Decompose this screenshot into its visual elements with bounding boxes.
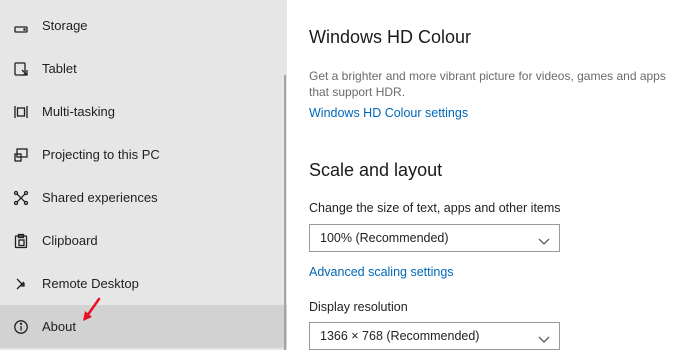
sidebar-scrollbar[interactable]	[284, 75, 286, 350]
sidebar-item-label: Clipboard	[42, 233, 98, 248]
scale-dropdown-value: 100% (Recommended)	[320, 231, 449, 245]
sidebar-item-multitasking[interactable]: Multi-tasking	[0, 90, 287, 133]
hd-colour-description: Get a brighter and more vibrant picture …	[309, 69, 666, 99]
advanced-scaling-link[interactable]: Advanced scaling settings	[309, 265, 454, 279]
settings-window: Storage Tablet Multi-tasking Projecting …	[0, 0, 680, 350]
sidebar-item-projecting[interactable]: Projecting to this PC	[0, 133, 287, 176]
resolution-dropdown-value: 1366 × 768 (Recommended)	[320, 329, 480, 343]
sidebar-item-label: Multi-tasking	[42, 104, 115, 119]
size-label: Change the size of text, apps and other …	[309, 201, 561, 215]
multitasking-icon	[12, 103, 30, 121]
scale-layout-title: Scale and layout	[309, 160, 443, 180]
shared-experiences-icon	[12, 189, 30, 207]
sidebar-item-tablet[interactable]: Tablet	[0, 47, 287, 90]
remote-desktop-icon	[12, 275, 30, 293]
sidebar-item-shared-experiences[interactable]: Shared experiences	[0, 176, 287, 219]
info-icon	[12, 318, 30, 336]
scale-dropdown[interactable]: 100% (Recommended)	[309, 224, 560, 252]
sidebar-item-label: Tablet	[42, 61, 77, 76]
sidebar-item-label: Shared experiences	[42, 190, 158, 205]
sidebar-item-remote-desktop[interactable]: Remote Desktop	[0, 262, 287, 305]
tablet-icon	[12, 60, 30, 78]
storage-icon	[12, 17, 30, 35]
chevron-down-icon	[538, 233, 550, 245]
sidebar-item-label: Projecting to this PC	[42, 147, 160, 162]
sidebar-item-label: About	[42, 319, 76, 334]
hd-colour-title: Windows HD Colour	[309, 27, 472, 47]
sidebar-item-clipboard[interactable]: Clipboard	[0, 219, 287, 262]
sidebar-item-label: Remote Desktop	[42, 276, 139, 291]
red-arrow-annotation	[83, 297, 101, 321]
clipboard-icon	[12, 232, 30, 250]
resolution-label: Display resolution	[309, 300, 408, 314]
resolution-dropdown[interactable]: 1366 × 768 (Recommended)	[309, 322, 560, 350]
main-content: Windows HD Colour Get a brighter and mor…	[309, 0, 680, 350]
sidebar-item-storage[interactable]: Storage	[0, 4, 287, 47]
sidebar: Storage Tablet Multi-tasking Projecting …	[0, 0, 287, 350]
hd-colour-settings-link[interactable]: Windows HD Colour settings	[309, 106, 468, 120]
sidebar-item-label: Storage	[42, 18, 88, 33]
sidebar-item-about[interactable]: About	[0, 305, 287, 348]
chevron-down-icon	[538, 331, 550, 343]
projecting-icon	[12, 146, 30, 164]
